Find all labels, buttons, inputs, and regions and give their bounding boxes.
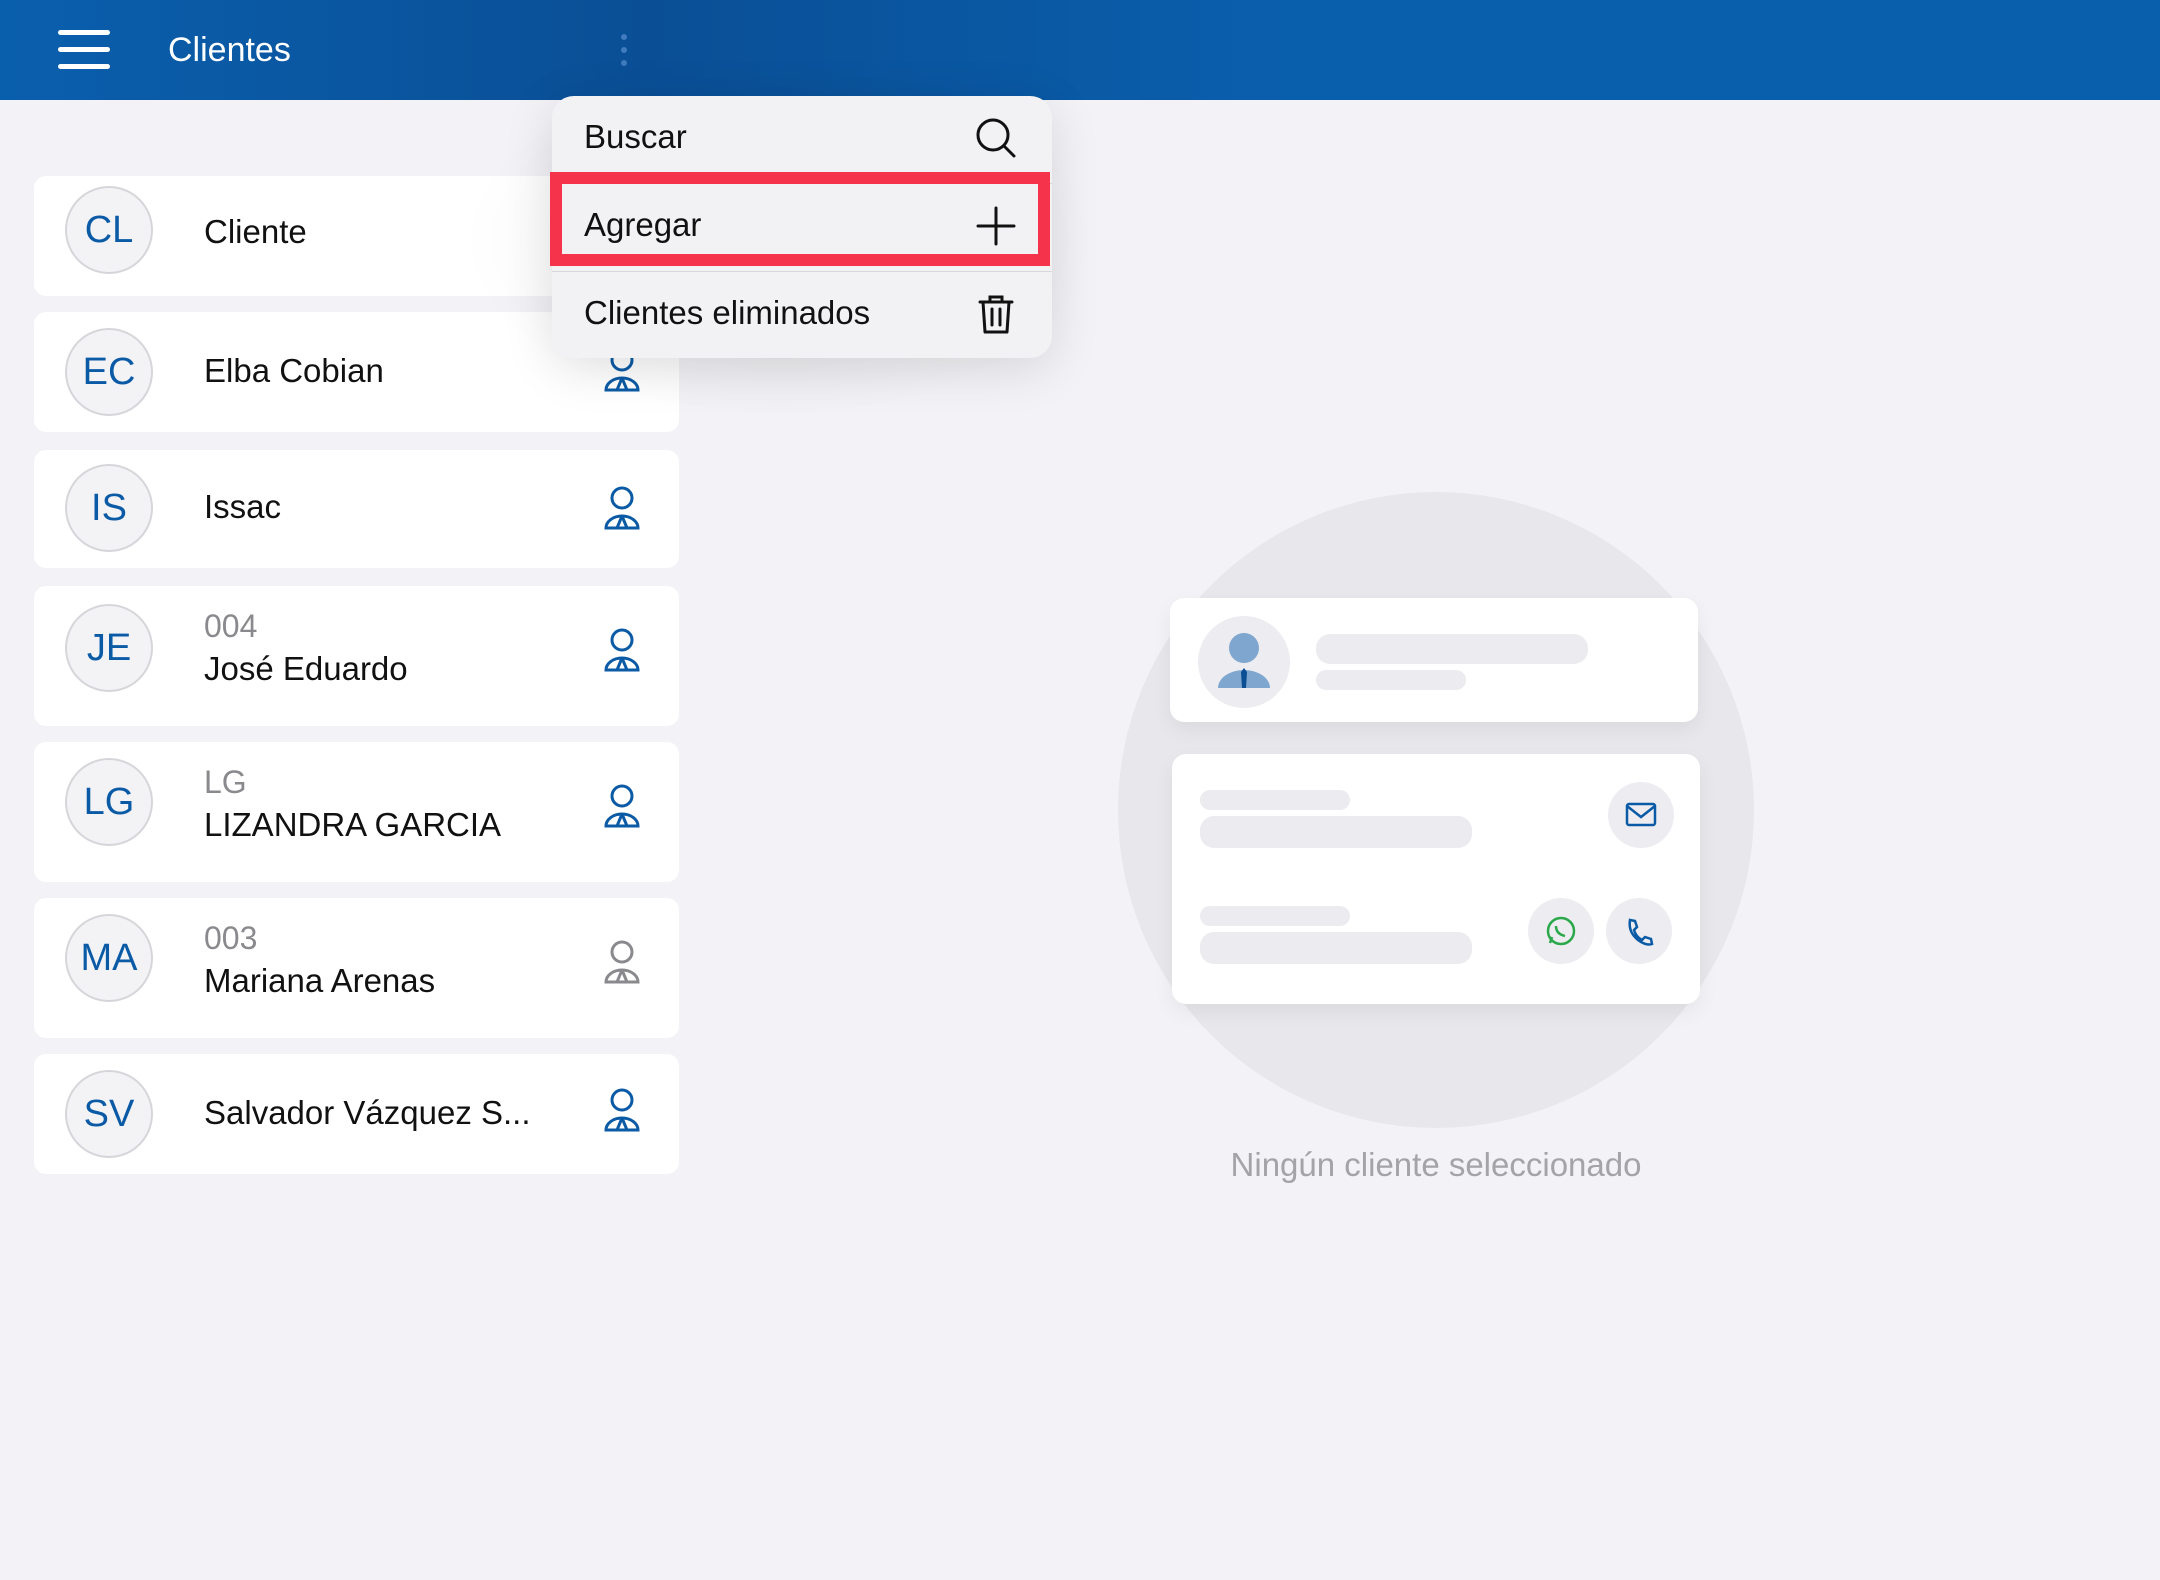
menu-item-label: Buscar (584, 118, 687, 155)
client-type-icon (604, 784, 640, 828)
illustration-profile-card (1170, 598, 1698, 722)
client-name: Issac (204, 488, 282, 525)
client-row[interactable]: JE 004 José Eduardo (34, 586, 679, 726)
client-row[interactable]: SV Salvador Vázquez S... (34, 1054, 679, 1174)
client-name: LIZANDRA GARCIA (204, 806, 502, 843)
client-name: Cliente (204, 213, 307, 250)
client-row[interactable]: IS Issac (34, 450, 679, 568)
client-avatar: JE (65, 604, 153, 692)
client-type-icon (604, 1088, 640, 1132)
person-icon (1198, 616, 1290, 708)
menu-item-add[interactable]: Agregar (552, 184, 1052, 270)
client-type-icon-gray (604, 940, 640, 984)
client-row[interactable]: LG LG LIZANDRA GARCIA (34, 742, 679, 882)
client-name: Salvador Vázquez S... (204, 1094, 531, 1131)
menu-item-label: Clientes eliminados (584, 294, 871, 331)
client-code: 004 (204, 608, 258, 644)
client-avatar: EC (65, 328, 153, 416)
whatsapp-icon (1528, 898, 1594, 964)
plus-icon (976, 206, 1016, 246)
page-title: Clientes (168, 31, 291, 69)
client-avatar: MA (65, 914, 153, 1002)
client-avatar: LG (65, 758, 153, 846)
client-type-icon (604, 486, 640, 530)
client-avatar: CL (65, 186, 153, 274)
phone-icon (1606, 898, 1672, 964)
options-menu: Buscar Agregar Clientes eliminados (550, 96, 1052, 358)
client-name: José Eduardo (204, 650, 408, 687)
empty-state-message: Ningún cliente seleccionado (1230, 1146, 1642, 1183)
search-icon (976, 118, 1016, 158)
client-code: LG (204, 764, 247, 800)
client-row[interactable]: MA 003 Mariana Arenas (34, 898, 679, 1038)
illustration-contact-card (1172, 754, 1700, 1004)
hamburger-menu-icon[interactable] (58, 30, 110, 70)
menu-item-search[interactable]: Buscar (552, 96, 1052, 182)
client-name: Elba Cobian (204, 352, 384, 389)
menu-item-deleted-clients[interactable]: Clientes eliminados (552, 272, 1052, 358)
trash-icon (978, 295, 1014, 334)
client-type-icon (604, 628, 640, 672)
client-name: Mariana Arenas (204, 962, 436, 999)
email-icon (1608, 782, 1674, 848)
client-avatar: SV (65, 1070, 153, 1158)
menu-item-label: Agregar (584, 206, 702, 243)
client-avatar: IS (65, 464, 153, 552)
client-code: 003 (204, 920, 258, 956)
